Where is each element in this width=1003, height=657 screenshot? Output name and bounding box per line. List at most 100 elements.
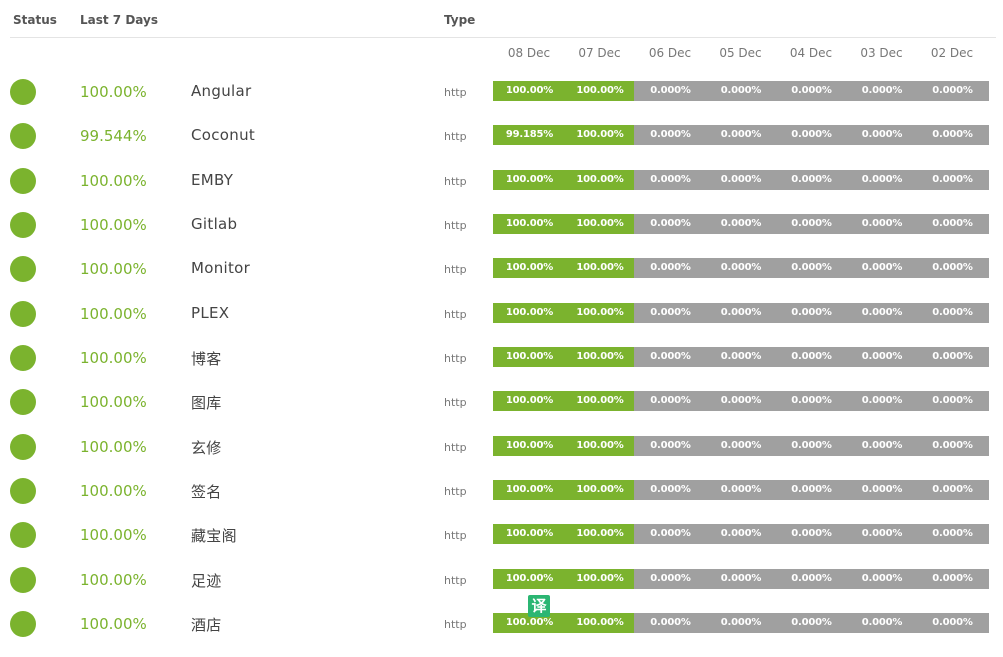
daily-uptime-cell[interactable]: 0.000% <box>845 302 919 323</box>
daily-uptime-cell[interactable]: 0.000% <box>704 524 778 545</box>
daily-uptime-cell[interactable]: 0.000% <box>775 81 848 101</box>
daily-uptime-cell[interactable]: 0.000% <box>916 524 989 545</box>
daily-uptime-cell[interactable]: 0.000% <box>634 391 707 412</box>
daily-uptime-cell[interactable]: 0.000% <box>775 391 848 412</box>
monitor-row[interactable]: 100.00% 藏宝阁 http 100.00% 100.00% 0.000% 0.000%… <box>0 522 1003 568</box>
daily-uptime-cell[interactable]: 0.000% <box>916 125 989 146</box>
daily-uptime-cell[interactable]: 0.000% <box>916 346 989 367</box>
daily-uptime-cell[interactable]: 0.000% <box>704 435 778 456</box>
monitor-name[interactable]: Monitor <box>191 259 250 277</box>
monitor-name[interactable]: Coconut <box>191 126 255 144</box>
monitor-row[interactable]: 100.00% Gitlab http 100.00% 100.00% 0.000% 0.0… <box>0 211 1003 258</box>
daily-uptime-cell[interactable]: 100.00% <box>493 258 566 279</box>
daily-uptime-cell[interactable]: 0.000% <box>845 391 919 412</box>
daily-uptime-cell[interactable]: 0.000% <box>634 81 707 101</box>
monitor-row[interactable]: 100.00% PLEX http 100.00% 100.00% 0.000% 0.000… <box>0 300 1003 347</box>
daily-uptime-cell[interactable]: 0.000% <box>775 435 848 456</box>
daily-uptime-cell[interactable]: 0.000% <box>916 213 989 234</box>
daily-uptime-cell[interactable]: 100.00% <box>563 612 637 633</box>
daily-uptime-cell[interactable]: 0.000% <box>634 612 707 633</box>
monitor-name[interactable]: PLEX <box>191 304 229 322</box>
daily-uptime-cell[interactable]: 0.000% <box>634 346 707 367</box>
daily-uptime-cell[interactable]: 0.000% <box>845 479 919 500</box>
daily-uptime-cell[interactable]: 0.000% <box>704 479 778 500</box>
daily-uptime-cell[interactable]: 0.000% <box>704 169 778 190</box>
daily-uptime-cell[interactable]: 0.000% <box>845 435 919 456</box>
daily-uptime-cell[interactable]: 0.000% <box>775 524 848 545</box>
daily-uptime-cell[interactable]: 0.000% <box>775 479 848 500</box>
daily-uptime-cell[interactable]: 0.000% <box>775 213 848 234</box>
daily-uptime-cell[interactable]: 100.00% <box>493 302 566 323</box>
daily-uptime-cell[interactable]: 0.000% <box>775 612 848 633</box>
daily-uptime-cell[interactable]: 0.000% <box>634 435 707 456</box>
monitor-row[interactable]: 100.00% Monitor http 100.00% 100.00% 0.000% 0.… <box>0 256 1003 302</box>
daily-uptime-cell[interactable]: 0.000% <box>916 391 989 412</box>
monitor-row[interactable]: 99.544% Coconut http 99.185% 100.00% 0.000% 0.… <box>0 123 1003 169</box>
daily-uptime-cell[interactable]: 100.00% <box>563 391 637 412</box>
daily-uptime-cell[interactable]: 0.000% <box>775 125 848 146</box>
daily-uptime-cell[interactable]: 0.000% <box>916 479 989 500</box>
daily-uptime-cell[interactable]: 0.000% <box>634 125 707 146</box>
daily-uptime-cell[interactable]: 0.000% <box>704 81 778 101</box>
monitor-name[interactable]: 玄修 <box>191 437 222 458</box>
monitor-row[interactable]: 100.00% EMBY http 100.00% 100.00% 0.000% 0.000… <box>0 167 1003 214</box>
daily-uptime-cell[interactable]: 0.000% <box>634 258 707 279</box>
daily-uptime-cell[interactable]: 0.000% <box>916 258 989 279</box>
monitor-row[interactable]: 100.00% Angular http 100.00% 100.00% 0.000% 0.… <box>0 79 1003 125</box>
daily-uptime-cell[interactable]: 0.000% <box>634 524 707 545</box>
daily-uptime-cell[interactable]: 100.00% <box>493 568 566 589</box>
daily-uptime-cell[interactable]: 0.000% <box>704 302 778 323</box>
daily-uptime-cell[interactable]: 0.000% <box>775 302 848 323</box>
daily-uptime-cell[interactable]: 0.000% <box>916 81 989 101</box>
daily-uptime-cell[interactable]: 0.000% <box>704 125 778 146</box>
daily-uptime-cell[interactable]: 100.00% <box>493 346 566 367</box>
daily-uptime-cell[interactable]: 0.000% <box>704 612 778 633</box>
daily-uptime-cell[interactable]: 100.00% <box>493 213 566 234</box>
daily-uptime-cell[interactable]: 100.00% <box>493 435 566 456</box>
daily-uptime-cell[interactable]: 0.000% <box>845 612 919 633</box>
daily-uptime-cell[interactable]: 100.00% <box>563 258 637 279</box>
daily-uptime-cell[interactable]: 0.000% <box>775 346 848 367</box>
monitor-row[interactable]: 100.00% 足迹 http 100.00% 100.00% 0.000% 0.000% 0… <box>0 566 1003 613</box>
monitor-row[interactable]: 100.00% 玄修 http 100.00% 100.00% 0.000% 0.000% 0… <box>0 433 1003 480</box>
monitor-name[interactable]: 足迹 <box>191 570 222 591</box>
daily-uptime-cell[interactable]: 100.00% <box>493 391 566 412</box>
daily-uptime-cell[interactable]: 0.000% <box>704 568 778 589</box>
daily-uptime-cell[interactable]: 0.000% <box>704 391 778 412</box>
monitor-row[interactable]: 100.00% 签名 http 100.00% 100.00% 0.000% 0.000% 0… <box>0 477 1003 524</box>
daily-uptime-cell[interactable]: 0.000% <box>775 258 848 279</box>
monitor-name[interactable]: 藏宝阁 <box>191 525 237 546</box>
monitor-row[interactable]: 100.00% 图库 http 100.00% 100.00% 0.000% 0.000% 0… <box>0 389 1003 435</box>
daily-uptime-cell[interactable]: 100.00% <box>563 169 637 190</box>
daily-uptime-cell[interactable]: 100.00% <box>493 81 566 101</box>
daily-uptime-cell[interactable]: 0.000% <box>845 258 919 279</box>
monitor-row[interactable]: 100.00% 博客 http 100.00% 100.00% 0.000% 0.000% 0… <box>0 344 1003 391</box>
daily-uptime-cell[interactable]: 0.000% <box>775 169 848 190</box>
daily-uptime-cell[interactable]: 0.000% <box>845 346 919 367</box>
translate-icon[interactable]: 译 <box>528 595 550 617</box>
daily-uptime-cell[interactable]: 100.00% <box>563 81 637 101</box>
daily-uptime-cell[interactable]: 0.000% <box>916 435 989 456</box>
daily-uptime-cell[interactable]: 100.00% <box>563 213 637 234</box>
daily-uptime-cell[interactable]: 0.000% <box>634 169 707 190</box>
daily-uptime-cell[interactable]: 99.185% <box>493 125 566 146</box>
monitor-name[interactable]: 签名 <box>191 481 222 502</box>
daily-uptime-cell[interactable]: 0.000% <box>634 479 707 500</box>
daily-uptime-cell[interactable]: 0.000% <box>704 258 778 279</box>
daily-uptime-cell[interactable]: 0.000% <box>845 524 919 545</box>
daily-uptime-cell[interactable]: 0.000% <box>916 169 989 190</box>
daily-uptime-cell[interactable]: 0.000% <box>916 612 989 633</box>
monitor-row[interactable]: 100.00% 酒店 http 100.00% 100.00% 0.000% 0.000% 0… <box>0 610 1003 657</box>
daily-uptime-cell[interactable]: 0.000% <box>916 302 989 323</box>
daily-uptime-cell[interactable]: 0.000% <box>634 213 707 234</box>
monitor-name[interactable]: 酒店 <box>191 614 222 635</box>
daily-uptime-cell[interactable]: 0.000% <box>704 346 778 367</box>
daily-uptime-cell[interactable]: 100.00% <box>563 125 637 146</box>
daily-uptime-cell[interactable]: 100.00% <box>493 524 566 545</box>
daily-uptime-cell[interactable]: 0.000% <box>775 568 848 589</box>
monitor-name[interactable]: 博客 <box>191 348 222 369</box>
daily-uptime-cell[interactable]: 100.00% <box>563 302 637 323</box>
daily-uptime-cell[interactable]: 100.00% <box>493 479 566 500</box>
daily-uptime-cell[interactable]: 100.00% <box>563 568 637 589</box>
monitor-name[interactable]: 图库 <box>191 392 222 413</box>
